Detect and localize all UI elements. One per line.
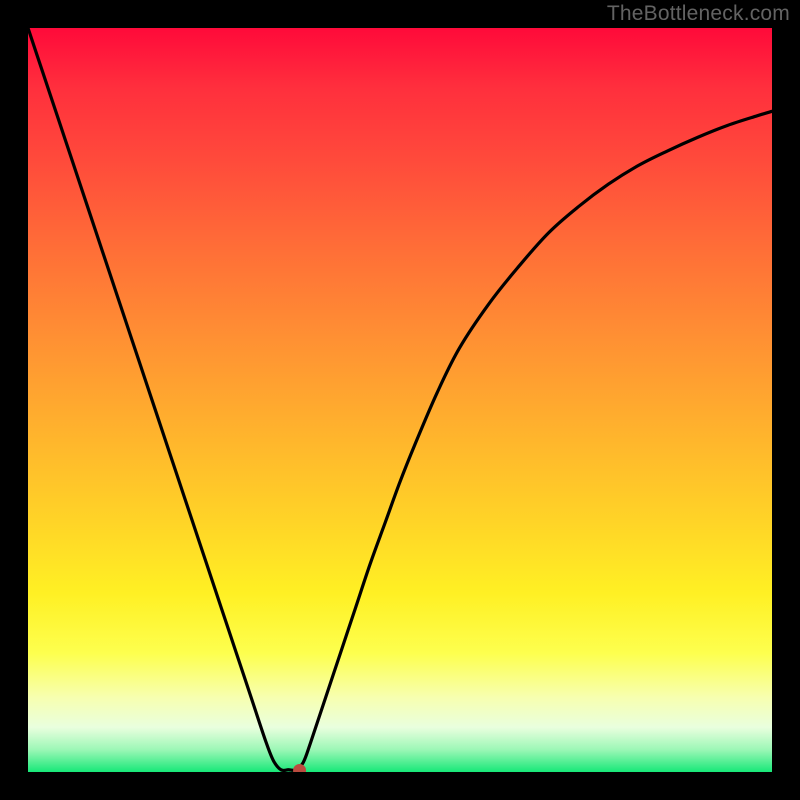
minimum-marker (293, 764, 306, 772)
plot-area (28, 28, 772, 772)
watermark-text: TheBottleneck.com (607, 2, 790, 26)
bottleneck-curve-svg (28, 28, 772, 772)
bottleneck-curve-path (28, 28, 772, 770)
